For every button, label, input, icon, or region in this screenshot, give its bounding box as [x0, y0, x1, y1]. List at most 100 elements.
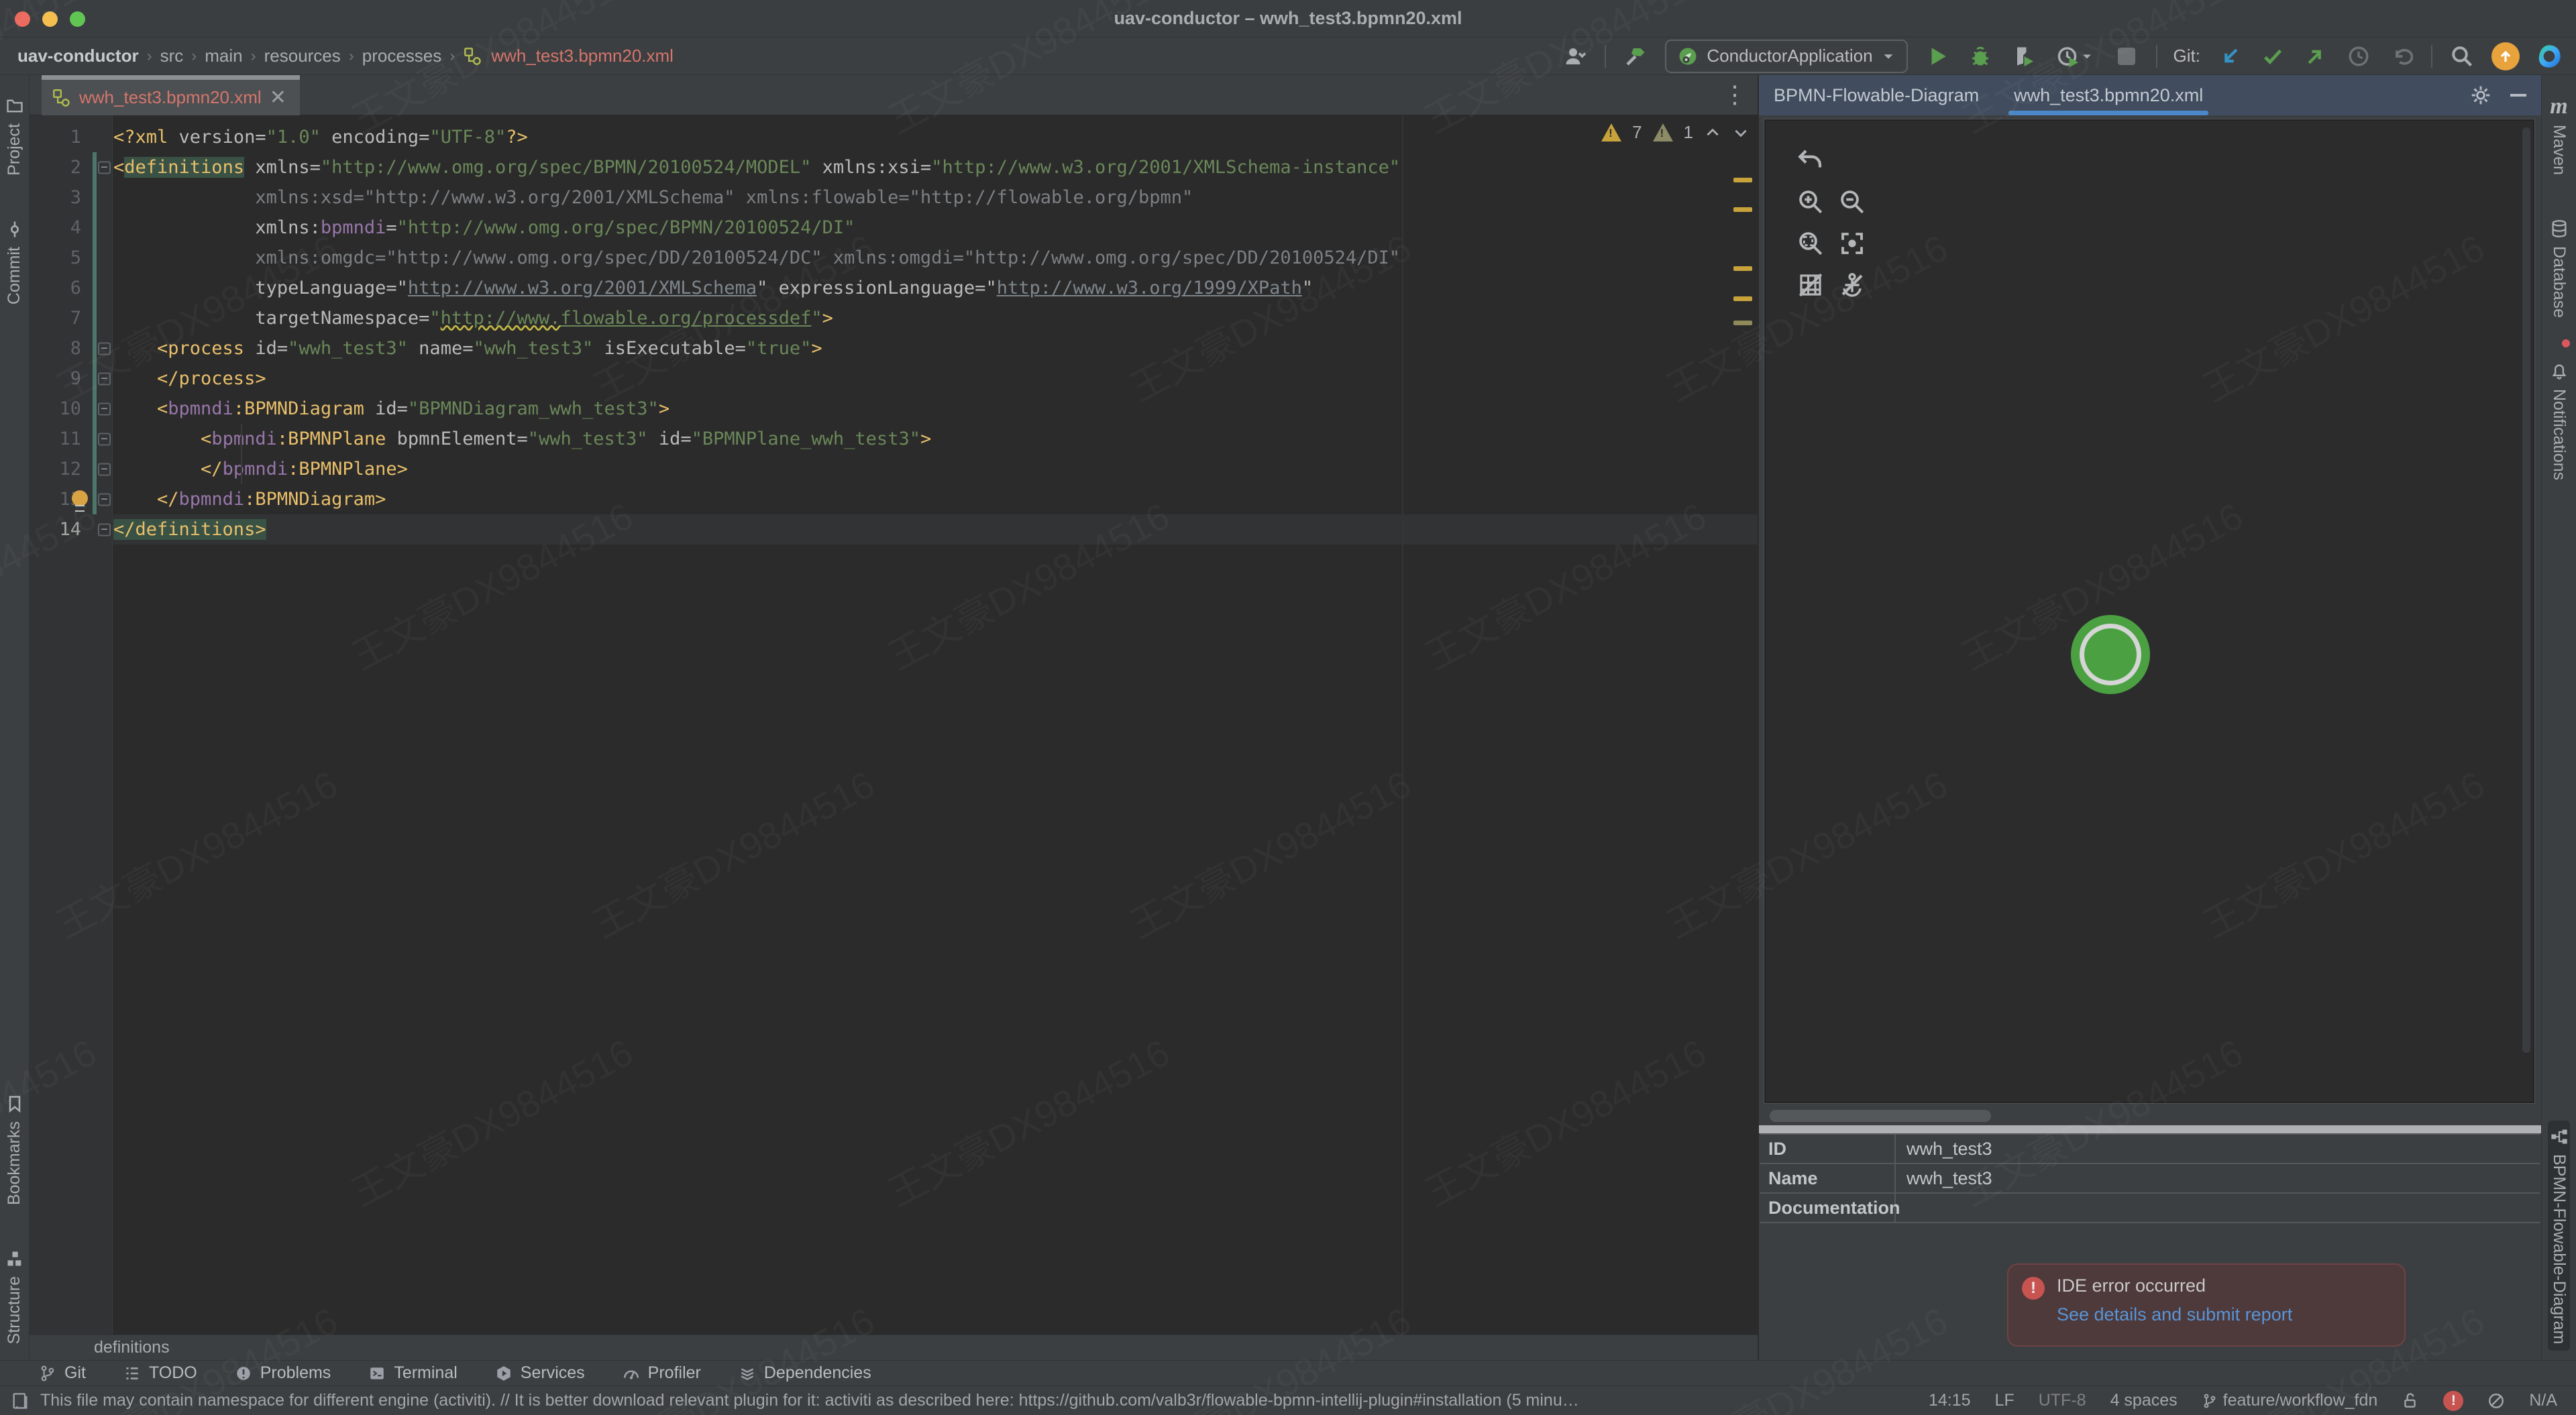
fold-icon[interactable] [98, 342, 111, 355]
scrollbar-thumb[interactable] [1770, 1110, 1991, 1122]
zoom-out-icon[interactable] [1837, 186, 1868, 217]
gear-icon[interactable] [2470, 84, 2491, 106]
fold-icon[interactable] [98, 161, 111, 174]
file-encoding[interactable]: UTF-8 [2039, 1391, 2086, 1410]
line-ending[interactable]: LF [1995, 1391, 2015, 1410]
sidebar-item-database[interactable]: Database [2548, 213, 2570, 325]
code-line[interactable]: <bpmndi:BPMNDiagram id="BPMNDiagram_wwh_… [113, 394, 1758, 424]
git-push-button[interactable] [2302, 43, 2329, 70]
canvas-horizontal-scrollbar[interactable] [1764, 1109, 2534, 1123]
gutter-line[interactable]: 9 [30, 363, 112, 394]
gutter-line[interactable]: 6 [30, 273, 112, 303]
toolwindow-git[interactable]: Git [39, 1363, 86, 1383]
stripe-warning-mark[interactable] [1733, 207, 1752, 212]
user-profile-icon[interactable] [1562, 43, 1589, 70]
stripe-warning-mark[interactable] [1733, 178, 1752, 182]
sidebar-item-commit[interactable]: Commit [3, 213, 25, 311]
toolwindow-services[interactable]: Services [495, 1363, 585, 1383]
intention-bulb-icon[interactable] [72, 490, 88, 512]
close-window-button[interactable] [15, 11, 30, 27]
minimize-window-button[interactable] [42, 11, 58, 27]
breadcrumb-src[interactable]: src [160, 46, 184, 66]
breadcrumb-element[interactable]: definitions [94, 1338, 170, 1357]
code-line[interactable]: </definitions> [113, 514, 1758, 545]
breadcrumb-project[interactable]: uav-conductor [17, 46, 139, 66]
sidebar-item-bookmarks[interactable]: Bookmarks [3, 1088, 25, 1212]
indent-setting[interactable]: 4 spaces [2110, 1391, 2178, 1410]
code-editor[interactable]: 1234567891011121314 <?xml version="1.0" … [30, 115, 1758, 1335]
zoom-in-icon[interactable] [1795, 186, 1826, 217]
profiler-button[interactable] [2053, 43, 2097, 70]
sidebar-item-structure[interactable]: Structure [3, 1243, 25, 1351]
gutter-line[interactable]: 10 [30, 394, 112, 424]
fold-icon[interactable] [98, 372, 111, 385]
code-line[interactable]: <bpmndi:BPMNPlane bpmnElement="wwh_test3… [113, 424, 1758, 454]
stripe-warning-mark[interactable] [1733, 296, 1752, 301]
git-branch-widget[interactable]: feature/workflow_fdn [2202, 1391, 2377, 1410]
stripe-warning-mark[interactable] [1733, 266, 1752, 271]
undo-icon[interactable] [1795, 145, 1826, 176]
close-tab-icon[interactable]: ✕ [270, 87, 286, 108]
toggle-grid-icon[interactable] [1795, 270, 1826, 300]
run-configuration-select[interactable]: ConductorApplication [1665, 39, 1908, 73]
toolwindow-dependencies[interactable]: Dependencies [739, 1363, 871, 1383]
gutter-line[interactable]: 8 [30, 333, 112, 363]
breadcrumb-main[interactable]: main [205, 46, 242, 66]
code-with-me-icon[interactable] [2536, 43, 2563, 70]
code-line[interactable]: targetNamespace="http://www.flowable.org… [113, 303, 1758, 333]
previous-problem-icon[interactable] [1704, 124, 1721, 142]
hide-panel-icon[interactable] [2510, 94, 2526, 97]
gutter-line[interactable]: 11 [30, 424, 112, 454]
center-diagram-icon[interactable] [1837, 228, 1868, 259]
breadcrumb-processes[interactable]: processes [362, 46, 442, 66]
toolwindow-problems[interactable]: Problems [235, 1363, 331, 1383]
fatal-error-indicator[interactable]: ! [2443, 1390, 2464, 1411]
code-line[interactable]: </bpmndi:BPMNDiagram> [113, 484, 1758, 514]
toggle-anchors-icon[interactable] [1837, 270, 1868, 300]
code-line[interactable]: </process> [113, 363, 1758, 394]
zoom-window-button[interactable] [70, 11, 85, 27]
code-line[interactable]: </bpmndi:BPMNPlane> [113, 454, 1758, 484]
breadcrumb-resources[interactable]: resources [264, 46, 341, 66]
table-row[interactable]: Documentation [1760, 1194, 2540, 1223]
inspections-widget[interactable]: 7 1 [1601, 122, 1750, 143]
sidebar-item-project[interactable]: Project [3, 90, 25, 182]
breadcrumb-file[interactable]: wwh_test3.bpmn20.xml [491, 46, 674, 66]
code-line[interactable]: <?xml version="1.0" encoding="UTF-8"?> [113, 122, 1758, 152]
bpmn-canvas[interactable] [1764, 119, 2535, 1104]
code-line[interactable]: xmlns:xsd="http://www.w3.org/2001/XMLSch… [113, 182, 1758, 213]
git-update-button[interactable] [2216, 43, 2243, 70]
status-message[interactable]: This file may contain namespace for diff… [40, 1391, 1583, 1410]
run-button[interactable] [1924, 43, 1951, 70]
gutter-line[interactable]: 14 [30, 514, 112, 545]
build-hammer-icon[interactable] [1622, 43, 1649, 70]
error-stripe[interactable] [1728, 115, 1758, 1335]
code-line[interactable]: xmlns:omgdc="http://www.omg.org/spec/DD/… [113, 243, 1758, 273]
code-line[interactable]: xmlns:bpmndi="http://www.omg.org/spec/BP… [113, 213, 1758, 243]
code-line[interactable]: <process id="wwh_test3" name="wwh_test3"… [113, 333, 1758, 363]
gutter-line[interactable]: 1 [30, 122, 112, 152]
fold-icon[interactable] [98, 433, 111, 445]
diagram-tab[interactable]: wwh_test3.bpmn20.xml [2008, 75, 2209, 115]
caret-position[interactable]: 14:15 [1929, 1391, 1971, 1410]
gutter-line[interactable]: 4 [30, 213, 112, 243]
gutter-line[interactable]: 5 [30, 243, 112, 273]
code-line[interactable]: typeLanguage="http://www.w3.org/2001/XML… [113, 273, 1758, 303]
fold-icon[interactable] [98, 463, 111, 475]
tab-options-icon[interactable]: ⋮ [1723, 80, 1747, 109]
gutter-line[interactable]: 2 [30, 152, 112, 182]
toolwindow-profiler[interactable]: Profiler [623, 1363, 701, 1383]
fold-icon[interactable] [98, 523, 111, 536]
code-line[interactable]: <definitions xmlns="http://www.omg.org/s… [113, 152, 1758, 182]
table-row[interactable]: Name wwh_test3 [1760, 1164, 2540, 1194]
run-with-coverage-button[interactable] [2010, 43, 2037, 70]
stripe-warning-mark[interactable] [1733, 321, 1752, 325]
gutter-line[interactable]: 7 [30, 303, 112, 333]
bpmn-start-event[interactable] [2071, 615, 2150, 694]
fold-icon[interactable] [98, 402, 111, 415]
unlock-icon[interactable] [2402, 1392, 2419, 1410]
debug-button[interactable] [1967, 43, 1994, 70]
gutter-line[interactable]: 3 [30, 182, 112, 213]
gutter-line[interactable]: 13 [30, 484, 112, 514]
table-row[interactable]: ID wwh_test3 [1760, 1135, 2540, 1164]
